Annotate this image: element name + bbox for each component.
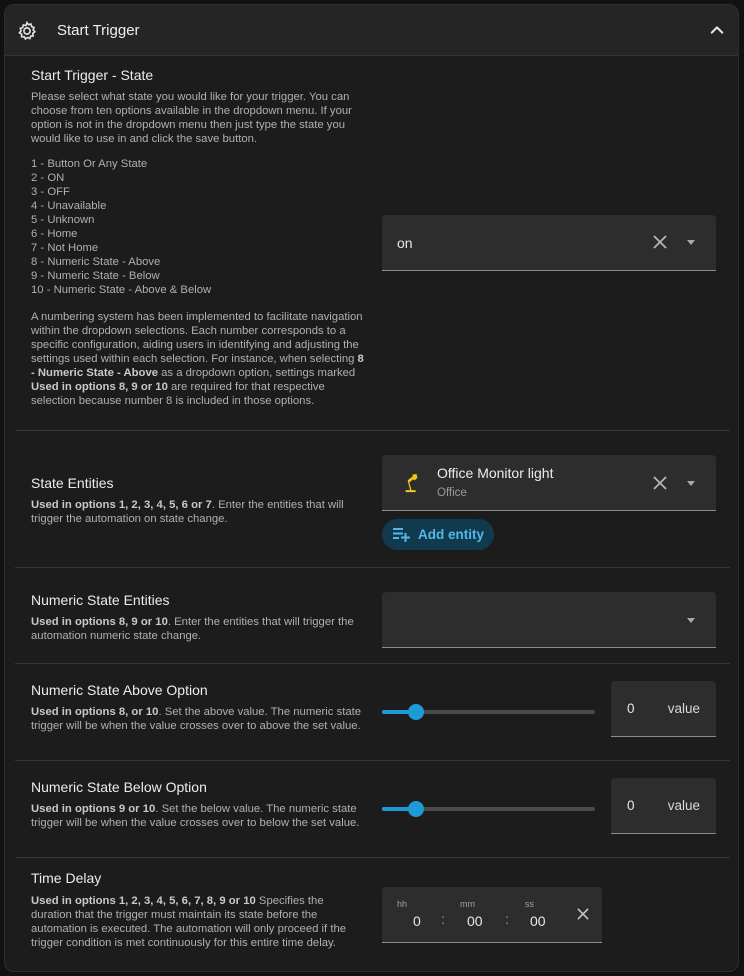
chevron-up-icon[interactable] — [708, 21, 726, 39]
desc-bold: Used in options 8, 9 or 10 — [31, 616, 168, 628]
below-title: Numeric State Below Option — [31, 779, 207, 795]
desk-lamp-icon — [405, 473, 418, 493]
desc-bold: Used in options 8, or 10 — [31, 706, 159, 718]
numeric-entity-picker[interactable] — [382, 592, 716, 648]
time-delay-title: Time Delay — [31, 870, 102, 886]
desc-bold: Used in options 1, 2, 3, 4, 5, 6 or 7 — [31, 499, 212, 511]
minutes-label: mm — [460, 899, 475, 909]
divider — [15, 663, 730, 664]
gear-icon — [18, 20, 36, 41]
start-state-intro: Please select what state you would like … — [31, 91, 352, 145]
divider — [15, 567, 730, 568]
divider — [15, 857, 730, 858]
desc-bold: Used in options 1, 2, 3, 4, 5, 6, 7, 8, … — [31, 895, 256, 907]
note-bold: Used in options 8, 9 or 10 — [31, 381, 168, 393]
desc-bold: Used in options 9 or 10 — [31, 803, 156, 815]
below-value: 0 — [627, 798, 635, 813]
entity-area: Office — [437, 487, 467, 499]
hours-label: hh — [397, 899, 408, 909]
time-delay-input[interactable]: hh 0 : mm 00 : ss 00 — [382, 887, 602, 943]
hours-field[interactable]: 0 — [413, 913, 421, 929]
time-delay-desc: Used in options 1, 2, 3, 4, 5, 6, 7, 8, … — [31, 894, 366, 950]
time-separator: : — [441, 911, 445, 927]
entity-name: Office Monitor light — [437, 465, 554, 481]
state-options-list: 1 - Button Or Any State 2 - ON 3 - OFF 4… — [31, 157, 211, 297]
list-item: 1 - Button Or Any State — [31, 158, 148, 170]
note-text: as a dropdown option, settings marked — [158, 367, 356, 379]
entity-picker[interactable]: Office Monitor light Office — [382, 455, 716, 511]
divider — [15, 760, 730, 761]
clear-icon[interactable] — [577, 908, 589, 920]
note-text: A numbering system has been implemented … — [31, 311, 363, 365]
state-select[interactable]: on — [382, 215, 716, 271]
clear-icon[interactable] — [653, 235, 667, 249]
below-slider[interactable] — [382, 801, 595, 817]
list-item: 2 - ON — [31, 172, 65, 184]
numeric-entities-desc: Used in options 8, 9 or 10. Enter the en… — [31, 615, 366, 643]
minutes-field[interactable]: 00 — [467, 913, 483, 929]
list-item: 4 - Unavailable — [31, 200, 107, 212]
clear-icon[interactable] — [653, 476, 667, 490]
divider — [15, 430, 730, 431]
seconds-label: ss — [525, 899, 534, 909]
below-desc: Used in options 9 or 10. Set the below v… — [31, 802, 366, 830]
add-entity-button[interactable]: Add entity — [382, 519, 494, 550]
dropdown-arrow-icon[interactable] — [687, 618, 695, 623]
above-slider[interactable] — [382, 704, 595, 720]
time-separator: : — [505, 911, 509, 927]
list-item: 6 - Home — [31, 228, 78, 240]
list-item: 3 - OFF — [31, 186, 70, 198]
list-item: 5 - Unknown — [31, 214, 95, 226]
above-value-input[interactable]: 0 value — [611, 681, 716, 737]
add-entity-label: Add entity — [418, 527, 484, 542]
numeric-entities-title: Numeric State Entities — [31, 592, 170, 608]
above-desc: Used in options 8, or 10. Set the above … — [31, 705, 366, 733]
above-unit: value — [667, 701, 700, 716]
list-item: 9 - Numeric State - Below — [31, 270, 160, 282]
slider-handle[interactable] — [408, 704, 424, 720]
card-header[interactable]: Start Trigger — [5, 5, 738, 56]
list-item: 7 - Not Home — [31, 242, 99, 254]
state-select-value: on — [397, 235, 413, 251]
above-title: Numeric State Above Option — [31, 682, 208, 698]
start-state-title: Start Trigger - State — [31, 67, 154, 83]
playlist-plus-icon — [393, 528, 410, 542]
seconds-field[interactable]: 00 — [530, 913, 546, 929]
list-item: 10 - Numeric State - Above & Below — [31, 284, 212, 296]
start-trigger-card: Start Trigger Start Trigger - State Plea… — [4, 4, 739, 972]
slider-handle[interactable] — [408, 801, 424, 817]
list-item: 8 - Numeric State - Above — [31, 256, 161, 268]
below-value-input[interactable]: 0 value — [611, 778, 716, 834]
dropdown-arrow-icon[interactable] — [687, 240, 695, 245]
state-entities-desc: Used in options 1, 2, 3, 4, 5, 6 or 7. E… — [31, 498, 366, 526]
numbering-note: A numbering system has been implemented … — [31, 310, 366, 408]
state-entities-title: State Entities — [31, 475, 114, 491]
card-title: Start Trigger — [57, 22, 140, 39]
below-unit: value — [667, 798, 700, 813]
above-value: 0 — [627, 701, 635, 716]
dropdown-arrow-icon[interactable] — [687, 481, 695, 486]
